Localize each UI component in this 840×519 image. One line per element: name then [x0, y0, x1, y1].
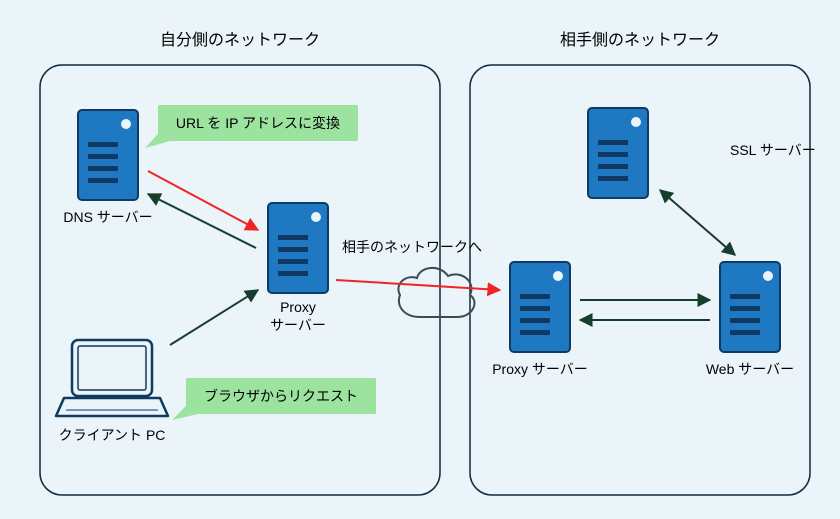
dns-callout-text: URL を IP アドレスに変換 [176, 115, 340, 131]
proxy-right-icon [510, 262, 570, 352]
dns-callout: URL を IP アドレスに変換 [145, 105, 358, 148]
title-right: 相手側のネットワーク [560, 31, 720, 49]
proxy-left-label-1: Proxy [280, 299, 316, 315]
dns-server-icon [78, 110, 138, 200]
client-callout-text: ブラウザからリクエスト [204, 388, 358, 404]
arrow-ssl-web [660, 190, 735, 255]
arrow-client-to-proxy [170, 290, 258, 345]
title-left: 自分側のネットワーク [160, 31, 320, 49]
proxy-left-icon [268, 203, 328, 293]
ssl-server-label: SSL サーバー [730, 142, 816, 158]
arrow-proxyleft-to-proxyright [336, 280, 500, 290]
to-peer-annotation: 相手のネットワークへ [342, 239, 482, 255]
web-server-label: Web サーバー [706, 361, 794, 377]
network-diagram: 自分側のネットワーク 相手側のネットワーク DNS サーバー Proxy サーバ… [0, 0, 840, 519]
proxy-left-label-2: サーバー [270, 317, 326, 333]
web-server-icon [720, 262, 780, 352]
client-pc-label: クライアント PC [59, 427, 166, 443]
cloud-icon [398, 268, 474, 317]
client-pc-icon [56, 340, 168, 416]
ssl-server-icon [588, 108, 648, 198]
proxy-right-label: Proxy サーバー [492, 361, 588, 377]
dns-server-label: DNS サーバー [63, 209, 152, 225]
client-callout: ブラウザからリクエスト [172, 378, 376, 420]
